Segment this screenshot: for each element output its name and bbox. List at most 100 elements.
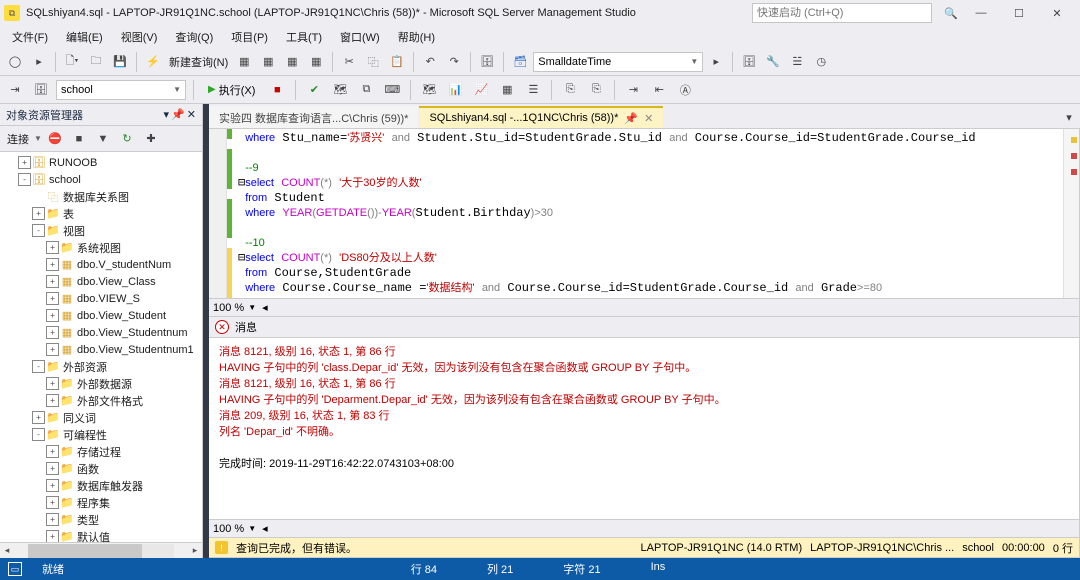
nav-back-icon[interactable]: ◯ [4,51,26,73]
menu-edit[interactable]: 编辑(E) [58,27,111,47]
tree-node[interactable]: +📁外部文件格式 [0,392,202,409]
query-options-icon[interactable]: ⧉ [355,79,377,101]
tree-toggle-icon[interactable]: + [46,445,59,458]
copy-icon[interactable]: ⿻ [362,51,384,73]
indent-icon[interactable]: ⇥ [4,79,26,101]
tree-node[interactable]: +📁同义词 [0,409,202,426]
tree-toggle-icon[interactable]: + [46,513,59,526]
tree-node[interactable]: +📁表 [0,205,202,222]
tree-toggle-icon[interactable]: + [46,292,59,305]
tree-node[interactable]: +▦dbo.View_Studentnum1 [0,341,202,358]
tree-node[interactable]: -📁可编程性 [0,426,202,443]
tab-active[interactable]: SQLshiyan4.sql -...1Q1NC\Chris (58))* 📌 … [419,106,663,128]
minimize-button[interactable]: ― [962,2,1000,24]
uncomment-icon[interactable]: ⎘ [585,79,607,101]
live-stats-icon[interactable]: 📊 [444,79,466,101]
tree-node[interactable]: ⿻数据库关系图 [0,188,202,205]
execute-button[interactable]: ▶ 执行(X) [201,79,262,101]
tree-node[interactable]: -📁外部资源 [0,358,202,375]
cut-icon[interactable]: ✂ [338,51,360,73]
chevron-down-icon[interactable]: ▼ [248,303,256,312]
tree-hscrollbar[interactable]: ◂▸ [0,542,202,558]
tree-toggle-icon[interactable]: - [32,360,45,373]
menu-window[interactable]: 窗口(W) [332,27,388,47]
tree-toggle-icon[interactable]: + [46,241,59,254]
tool-icon[interactable]: 🔧 [762,51,784,73]
menu-query[interactable]: 查询(Q) [167,27,221,47]
tab-inactive[interactable]: 实验四 数据库查询语言...C\Chris (59))* [209,106,418,128]
comment-icon[interactable]: ⎘ [559,79,581,101]
tree-node[interactable]: +📁数据库触发器 [0,477,202,494]
new-dropdown-icon[interactable]: 🗋▾ [61,51,83,73]
tree-node[interactable]: +📁程序集 [0,494,202,511]
object-tree[interactable]: +🗄RUNOOB-🗄school⿻数据库关系图+📁表-📁视图+📁系统视图+▦db… [0,152,202,542]
tree-node[interactable]: +📁默认值 [0,528,202,542]
tree-toggle-icon[interactable]: + [32,207,45,220]
xmla-icon[interactable]: ▦ [305,51,327,73]
messages-tab-header[interactable]: ✕ 消息 [209,316,1079,338]
messages-zoom[interactable]: 100 % ▼ ◂ [209,519,1079,537]
tree-toggle-icon[interactable]: + [46,530,59,542]
tree-node[interactable]: +▦dbo.V_studentNum [0,256,202,273]
open-icon[interactable]: 🗀 [85,51,107,73]
menu-help[interactable]: 帮助(H) [390,27,443,47]
database-combo[interactable]: school ▼ [56,80,186,100]
tree-toggle-icon[interactable]: + [46,479,59,492]
tree-node[interactable]: +▦dbo.View_Studentnum [0,324,202,341]
indent-less-icon[interactable]: ⇤ [648,79,670,101]
nav-fwd-icon[interactable]: ▸ [28,51,50,73]
client-stats-icon[interactable]: 📈 [470,79,492,101]
dropdown-icon[interactable]: ▾ [164,108,170,121]
tree-node[interactable]: +▦dbo.View_Class [0,273,202,290]
menu-view[interactable]: 视图(V) [113,27,166,47]
tree-toggle-icon[interactable]: - [18,173,31,186]
tree-node[interactable]: +📁类型 [0,511,202,528]
tree-toggle-icon[interactable]: + [46,377,59,390]
overview-ruler[interactable] [1063,129,1079,298]
menu-project[interactable]: 项目(P) [223,27,276,47]
paste-icon[interactable]: 📋 [386,51,408,73]
tree-node[interactable]: +📁函数 [0,460,202,477]
connect-label[interactable]: 连接 [4,131,32,147]
tree-toggle-icon[interactable]: + [46,309,59,322]
disconnect-icon[interactable]: ⛔ [44,128,66,150]
pin-icon[interactable]: 📌 [171,108,185,121]
quick-launch-box[interactable] [752,3,932,23]
results-grid-icon[interactable]: ▦ [496,79,518,101]
db-dropdown-icon[interactable]: 🗄 [30,79,52,101]
results-text-icon[interactable]: ☰ [522,79,544,101]
tree-toggle-icon[interactable]: + [18,156,31,169]
specify-values-icon[interactable]: Ⓐ [674,79,696,101]
tree-toggle-icon[interactable]: + [46,394,59,407]
estimated-plan-icon[interactable]: 🗺 [329,79,351,101]
code-text[interactable]: where Stu_name='苏贤兴' and Student.Stu_id=… [232,129,1063,298]
mdx-icon[interactable]: ▦ [257,51,279,73]
tree-toggle-icon[interactable]: + [46,343,59,356]
go-icon[interactable]: ▸ [705,51,727,73]
messages-body[interactable]: 消息 8121, 级别 16, 状态 1, 第 86 行HAVING 子句中的列… [209,338,1079,519]
tree-node[interactable]: +📁存储过程 [0,443,202,460]
tab-pin-icon[interactable]: 📌 [624,112,638,125]
close-button[interactable]: ✕ [1038,2,1076,24]
close-panel-icon[interactable]: ✕ [187,108,196,121]
status-icon[interactable]: ▭ [8,562,22,576]
activity-monitor-icon[interactable]: ◷ [810,51,832,73]
tab-overflow-icon[interactable]: ▾ [1058,106,1080,128]
tree-toggle-icon[interactable]: + [46,258,59,271]
db-engine-icon[interactable]: 🗄 [476,51,498,73]
tree-node[interactable]: +🗄RUNOOB [0,154,202,171]
chevron-down-icon[interactable]: ▼ [248,524,256,533]
intellisense-icon[interactable]: ⌨ [381,79,403,101]
tree-node[interactable]: +▦dbo.VIEW_S [0,290,202,307]
tab-close-icon[interactable]: ✕ [644,112,653,125]
menu-file[interactable]: 文件(F) [4,27,56,47]
quick-launch-search-icon[interactable]: 🔍 [940,2,962,24]
new-query-icon[interactable]: ⚡ [142,51,164,73]
tree-node[interactable]: +📁系统视图 [0,239,202,256]
registered-servers-icon[interactable]: 🗄 [738,51,760,73]
quick-launch-input[interactable] [757,7,927,19]
tree-node[interactable]: +📁外部数据源 [0,375,202,392]
tree-toggle-icon[interactable]: + [46,462,59,475]
tree-node[interactable]: +▦dbo.View_Student [0,307,202,324]
tree-toggle-icon[interactable]: + [46,275,59,288]
